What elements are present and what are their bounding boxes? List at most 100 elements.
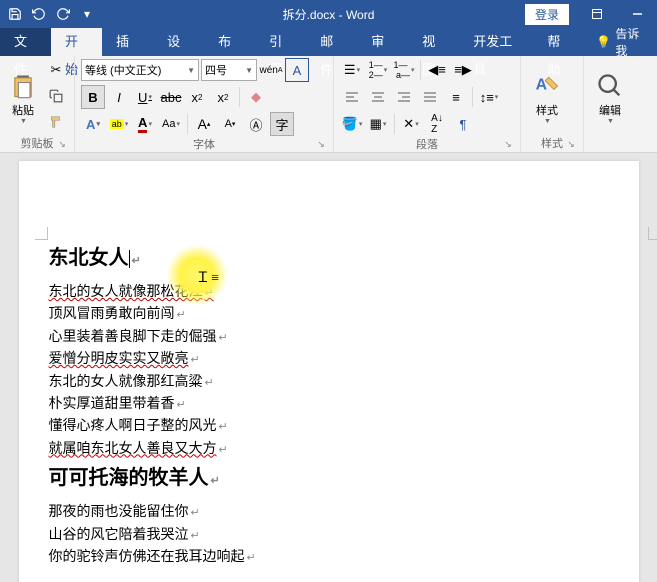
italic-button[interactable]: I [107,85,131,109]
asian-layout-icon[interactable]: ✕▾ [399,112,423,136]
group-clipboard-label: 剪贴板 [21,135,54,151]
borders-icon[interactable]: ▦▾ [366,112,390,136]
shading-icon[interactable]: 🪣▾ [340,112,364,136]
font-launcher-icon[interactable]: ↘ [315,138,327,150]
cut-icon[interactable]: ✂ [44,58,68,82]
character-shading-icon[interactable]: 字 [270,112,294,136]
qat-customize-icon[interactable]: ▾ [76,3,98,25]
paste-button[interactable]: 粘贴 ▼ [6,58,40,134]
page[interactable]: Ꮖ ≡ 东北女人↵ 东北的女人就像那松花江↵ 顶风冒雨勇敢向前闯↵ 心里装着善良… [19,161,639,582]
grow-font-icon[interactable]: A▴ [192,112,216,136]
ribbon-options-icon[interactable] [577,0,617,28]
superscript-button[interactable]: x2 [211,85,235,109]
heading-2[interactable]: 可可托海的牧羊人↵ [49,461,609,490]
tab-mailings[interactable]: 邮件 [306,28,357,56]
highlight-icon[interactable]: ab▾ [107,112,131,136]
tab-view[interactable]: 视图 [408,28,459,56]
paragraph-launcher-icon[interactable]: ↘ [502,138,514,150]
lightbulb-icon: 💡 [596,35,611,49]
format-painter-icon[interactable] [44,110,68,134]
styles-launcher-icon[interactable]: ↘ [565,138,577,150]
character-border-icon[interactable]: A [285,58,309,82]
doc-paragraph[interactable]: 顶风冒雨勇敢向前闯↵ [49,304,609,326]
align-right-icon[interactable] [392,85,416,109]
chevron-down-icon: ▼ [20,118,27,125]
chevron-down-icon: ▼ [245,66,253,75]
show-hide-marks-icon[interactable]: ¶ [451,112,475,136]
styles-button[interactable]: A 样式 ▼ [527,58,567,134]
justify-icon[interactable] [418,85,442,109]
tab-references[interactable]: 引用 [255,28,306,56]
tell-me-label: 告诉我 [615,25,645,59]
doc-paragraph[interactable]: 朴实厚道甜里带着香↵ [49,394,609,416]
group-paragraph-label: 段落 [416,136,438,152]
decrease-indent-icon[interactable]: ◀≡ [425,58,449,82]
redo-icon[interactable] [52,3,74,25]
shrink-font-icon[interactable]: A▾ [218,112,242,136]
caret-icon [129,250,130,268]
crop-mark-icon [35,227,48,240]
font-color-icon[interactable]: A▾ [133,112,157,136]
undo-icon[interactable] [28,3,50,25]
enclose-character-icon[interactable]: Ⓐ [244,112,268,136]
subscript-button[interactable]: x2 [185,85,209,109]
tab-file[interactable]: 文件 [0,28,51,56]
pilcrow-icon: ↵ [132,255,141,267]
editing-label: 编辑 [599,102,621,118]
doc-paragraph[interactable]: 东北的女人就像那松花江↵ [49,282,609,304]
doc-paragraph[interactable]: 山谷的风它陪着我哭泣↵ [49,525,609,547]
tab-developer[interactable]: 开发工具 [459,28,533,56]
tab-design[interactable]: 设计 [153,28,204,56]
doc-paragraph[interactable]: 你的驼铃声仿佛还在我耳边响起↵ [49,547,609,569]
login-button[interactable]: 登录 [525,4,569,25]
distributed-icon[interactable]: ≡ [444,85,468,109]
document-area[interactable]: Ꮖ ≡ 东北女人↵ 东北的女人就像那松花江↵ 顶风冒雨勇敢向前闯↵ 心里装着善良… [0,153,657,582]
clear-formatting-icon[interactable]: ◆ [244,85,268,109]
copy-icon[interactable] [44,84,68,108]
underline-button[interactable]: U▾ [133,85,157,109]
doc-paragraph[interactable]: 东北的女人就像那红高粱↵ [49,372,609,394]
doc-paragraph[interactable]: 爱憎分明皮实实又敞亮↵ [49,349,609,371]
crop-mark-icon [648,227,657,240]
font-size-value: 四号 [205,62,227,78]
chevron-down-icon: ▼ [187,66,195,75]
increase-indent-icon[interactable]: ≡▶ [451,58,475,82]
heading-1[interactable]: 东北女人↵ [49,241,609,270]
change-case-icon[interactable]: Aa▾ [159,112,183,136]
font-size-combo[interactable]: 四号 ▼ [201,59,257,81]
window-title: 拆分.docx - Word [283,6,375,23]
tab-home[interactable]: 开始 [51,28,102,56]
styles-label: 样式 [536,102,558,118]
sort-icon[interactable]: A↓Z [425,112,449,136]
doc-paragraph[interactable]: 懂得心疼人啊日子整的风光↵ [49,416,609,438]
svg-text:A: A [536,76,547,93]
tab-review[interactable]: 审阅 [357,28,408,56]
strikethrough-button[interactable]: abc [159,85,183,109]
paste-label: 粘贴 [12,102,34,118]
bullets-icon[interactable]: ☰▾ [340,58,364,82]
numbering-icon[interactable]: 1—2—▾ [366,58,390,82]
doc-paragraph[interactable]: 心里装着善良脚下走的倔强↵ [49,327,609,349]
tab-insert[interactable]: 插入 [102,28,153,56]
group-editing-label [590,134,640,152]
text-effects-icon[interactable]: A▾ [81,112,105,136]
group-styles-label: 样式 [541,135,563,151]
clipboard-launcher-icon[interactable]: ↘ [56,138,68,150]
phonetic-guide-icon[interactable]: wénA [259,58,283,82]
tab-layout[interactable]: 布局 [204,28,255,56]
align-center-icon[interactable] [366,85,390,109]
minimize-icon[interactable] [617,0,657,28]
chevron-down-icon: ▼ [607,118,614,125]
tell-me[interactable]: 💡 告诉我 [584,28,657,56]
bold-button[interactable]: B [81,85,105,109]
tab-help[interactable]: 帮助 [533,28,584,56]
editing-button[interactable]: 编辑 ▼ [590,58,630,134]
font-name-combo[interactable]: 等线 (中文正文)▼ [81,59,199,81]
doc-paragraph[interactable]: 就属咱东北女人善良又大方↵ [49,439,609,461]
multilevel-list-icon[interactable]: 1— a—▾ [392,58,416,82]
line-spacing-icon[interactable]: ↕≡▾ [477,85,501,109]
doc-paragraph[interactable]: 那夜的雨也没能留住你↵ [49,502,609,524]
align-left-icon[interactable] [340,85,364,109]
save-icon[interactable] [4,3,26,25]
chevron-down-icon: ▼ [544,118,551,125]
